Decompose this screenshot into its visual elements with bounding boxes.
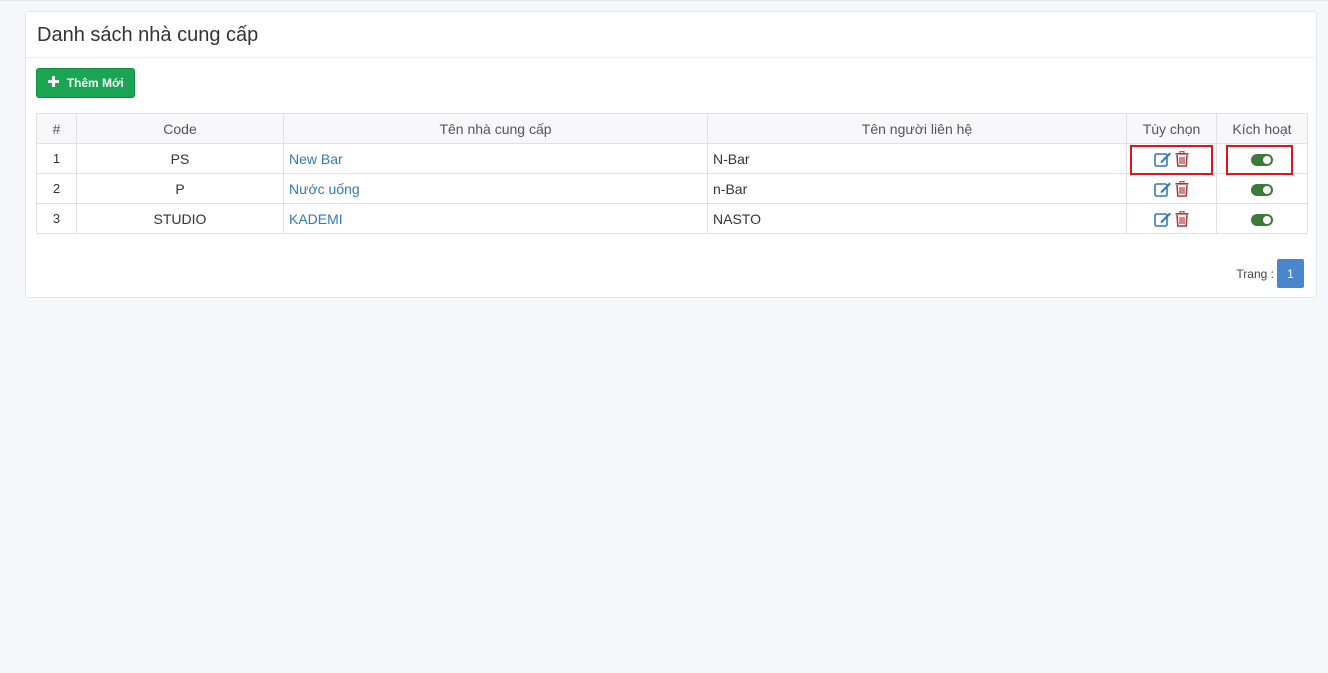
page-title: Danh sách nhà cung cấp [37, 23, 259, 46]
row-options [1126, 203, 1217, 234]
add-new-label: Thêm Mới [66, 76, 124, 90]
highlight-box-active [1226, 145, 1293, 175]
row-code: STUDIO [76, 203, 284, 234]
trash-icon[interactable] [1175, 181, 1189, 197]
table-row: 2 P Nước uống n-Bar [36, 173, 1308, 204]
edit-icon[interactable] [1153, 211, 1172, 227]
col-header-active: Kích hoạt [1216, 113, 1308, 144]
supplier-list-panel: Danh sách nhà cung cấp ✚ Thêm Mới # Code… [25, 11, 1317, 298]
supplier-name-link[interactable]: KADEMI [289, 211, 343, 227]
table-row: 1 PS New Bar N-Bar [36, 143, 1308, 174]
active-toggle[interactable] [1251, 183, 1273, 196]
supplier-table: # Code Tên nhà cung cấp Tên người liên h… [36, 113, 1308, 234]
supplier-name-link[interactable]: New Bar [289, 151, 343, 167]
pagination-label: Trang : [1236, 266, 1274, 281]
col-header-contact-name[interactable]: Tên người liên hệ [707, 113, 1127, 144]
active-toggle[interactable] [1251, 213, 1273, 226]
top-border [0, 0, 1328, 1]
pagination: Trang : 1 [1236, 259, 1304, 288]
table-header-row: # Code Tên nhà cung cấp Tên người liên h… [36, 113, 1308, 144]
table-row: 3 STUDIO KADEMI NASTO [36, 203, 1308, 234]
row-contact: N-Bar [707, 143, 1127, 174]
col-header-index: # [36, 113, 77, 144]
row-code: PS [76, 143, 284, 174]
row-options [1126, 173, 1217, 204]
row-code: P [76, 173, 284, 204]
col-header-supplier-name[interactable]: Tên nhà cung cấp [283, 113, 708, 144]
page-button-1[interactable]: 1 [1277, 259, 1304, 288]
row-index: 2 [36, 173, 77, 204]
plus-icon: ✚ [47, 74, 60, 91]
col-header-code[interactable]: Code [76, 113, 284, 144]
toggle-knob [1263, 185, 1271, 194]
panel-header: Danh sách nhà cung cấp [26, 12, 1316, 58]
edit-icon[interactable] [1153, 181, 1172, 197]
supplier-name-link[interactable]: Nước uống [289, 181, 360, 197]
row-contact: n-Bar [707, 173, 1127, 204]
add-new-button[interactable]: ✚ Thêm Mới [36, 68, 135, 98]
col-header-options: Tùy chọn [1126, 113, 1217, 144]
row-contact: NASTO [707, 203, 1127, 234]
toggle-knob [1263, 215, 1271, 224]
trash-icon[interactable] [1175, 211, 1189, 227]
row-index: 1 [36, 143, 77, 174]
highlight-box-options [1130, 145, 1213, 175]
row-active [1216, 173, 1308, 204]
row-active [1216, 203, 1308, 234]
row-index: 3 [36, 203, 77, 234]
